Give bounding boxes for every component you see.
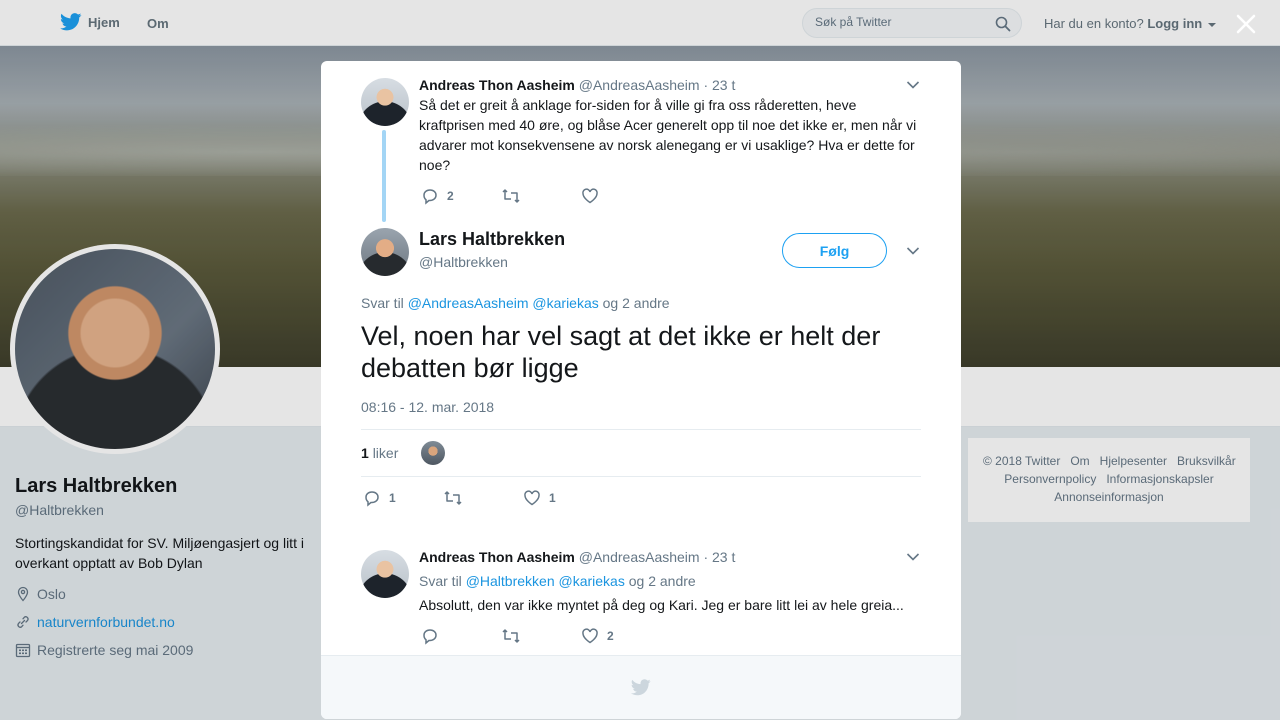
mention-link[interactable]: @kariekas [559, 573, 625, 589]
retweet-button[interactable] [501, 627, 581, 645]
main-tweet-text: Vel, noen har vel sagt at det ikke er he… [361, 321, 881, 383]
liker-avatar[interactable] [421, 441, 445, 465]
thread-connector [382, 130, 386, 222]
reply-button[interactable]: 1 [363, 489, 443, 507]
tweet-time[interactable]: · 23 t [703, 549, 735, 565]
like-button[interactable]: 1 [523, 489, 556, 507]
main-tweet-actions: 1 1 [363, 489, 556, 507]
chevron-down-icon[interactable] [906, 246, 920, 256]
reply-tweet-text: Absolutt, den var ikke myntet på deg og … [419, 597, 904, 613]
parent-tweet-actions: 2 [421, 187, 607, 205]
retweet-icon [444, 491, 462, 505]
close-icon[interactable] [1234, 12, 1258, 36]
main-reply-context: Svar til @AndreasAasheim @kariekas og 2 … [361, 295, 670, 311]
reply-tweet-header: Andreas Thon Aasheim @AndreasAasheim · 2… [419, 549, 735, 565]
mention-link[interactable]: @AndreasAasheim [408, 295, 529, 311]
reply-count: 2 [447, 189, 454, 203]
reply-count: 1 [389, 491, 396, 505]
likes-stat[interactable]: 1 liker [361, 445, 398, 461]
twitter-bird-icon [631, 679, 651, 696]
reply-prefix: Svar til [419, 573, 462, 589]
retweet-button[interactable] [501, 187, 581, 205]
main-tweet-author-name[interactable]: Lars Haltbrekken [419, 229, 565, 250]
follow-button[interactable]: Følg [782, 233, 887, 268]
avatar[interactable] [361, 228, 409, 276]
reply-button[interactable] [421, 627, 501, 645]
main-tweet-author-handle[interactable]: @Haltbrekken [419, 254, 508, 270]
author-handle[interactable]: @AndreasAasheim [579, 77, 700, 93]
reply-suffix[interactable]: og 2 andre [603, 295, 670, 311]
like-button[interactable]: 2 [581, 627, 614, 645]
reply-icon [423, 629, 437, 645]
reply-tweet-context: Svar til @Haltbrekken @kariekas og 2 and… [419, 573, 696, 589]
reply-prefix: Svar til [361, 295, 404, 311]
parent-tweet-text: Så det er greit å anklage for-siden for … [419, 97, 917, 173]
chevron-down-icon[interactable] [906, 552, 920, 562]
author-name[interactable]: Andreas Thon Aasheim [419, 549, 575, 565]
chevron-down-icon[interactable] [906, 80, 920, 90]
reply-icon [365, 491, 379, 507]
heart-icon [582, 628, 598, 644]
retweet-icon [502, 629, 520, 643]
author-name[interactable]: Andreas Thon Aasheim [419, 77, 575, 93]
reply-icon [423, 189, 437, 205]
tweet-stats: 1 liker [361, 429, 921, 477]
avatar[interactable] [361, 550, 409, 598]
avatar[interactable] [361, 78, 409, 126]
reply-button[interactable]: 2 [421, 187, 501, 205]
likes-stat-count: 1 [361, 445, 369, 461]
like-count: 2 [607, 629, 614, 643]
mention-link[interactable]: @kariekas [532, 295, 598, 311]
tweet-time[interactable]: · 23 t [703, 77, 735, 93]
parent-tweet-header: Andreas Thon Aasheim @AndreasAasheim · 2… [419, 77, 735, 93]
heart-icon [582, 188, 598, 204]
retweet-button[interactable] [443, 489, 523, 507]
main-tweet-timestamp[interactable]: 08:16 - 12. mar. 2018 [361, 399, 494, 415]
reply-tweet-actions: 2 [421, 627, 614, 645]
like-button[interactable] [581, 187, 607, 205]
heart-icon [524, 490, 540, 506]
mention-link[interactable]: @Haltbrekken [466, 573, 555, 589]
modal-footer [321, 655, 961, 719]
likes-stat-label: liker [372, 445, 399, 461]
retweet-icon [502, 189, 520, 203]
reply-suffix[interactable]: og 2 andre [629, 573, 696, 589]
like-count: 1 [549, 491, 556, 505]
author-handle[interactable]: @AndreasAasheim [579, 549, 700, 565]
